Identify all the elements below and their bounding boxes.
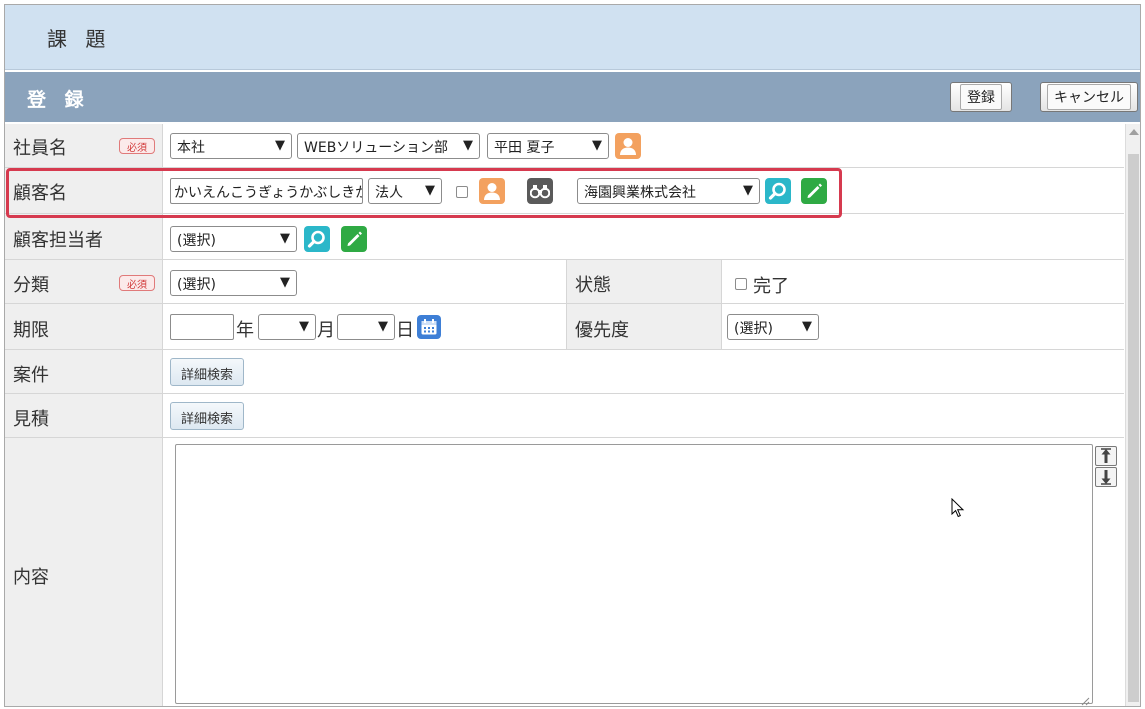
label-cell-contact: 顧客担当者 — [5, 214, 163, 259]
chevron-down-icon: ▼ — [299, 319, 309, 334]
content-textarea[interactable] — [175, 444, 1093, 706]
row-customer: 顧客名 かいえんこうぎょうかぶしきが 法人 ▼ 海園興業株式会社 ▼ — [5, 168, 1124, 214]
project-label: 案件 — [13, 365, 49, 386]
label-cell-customer: 顧客名 — [5, 168, 163, 213]
chevron-down-icon: ▼ — [280, 231, 290, 246]
arrow-down-icon[interactable] — [1095, 467, 1117, 487]
office-select-value: 本社 — [177, 140, 205, 156]
customer-kana-value: かいえんこうぎょうかぶしきが — [174, 185, 363, 201]
deadline-label: 期限 — [13, 320, 49, 341]
category-select-value: (選択) — [177, 277, 216, 293]
cancel-button[interactable]: キャンセル — [1040, 82, 1138, 112]
department-select-value: WEBソリューション部 — [304, 140, 449, 156]
calendar-icon[interactable] — [417, 315, 441, 339]
vertical-scrollbar[interactable] — [1125, 124, 1140, 706]
customer-label: 顧客名 — [13, 183, 67, 204]
month-unit: 月 — [317, 320, 335, 341]
scroll-thumb[interactable] — [1128, 154, 1139, 702]
customer-checkbox[interactable] — [456, 186, 468, 198]
department-select[interactable]: WEBソリューション部 ▼ — [297, 133, 480, 159]
contact-select-value: (選択) — [177, 233, 216, 249]
label-cell-employee: 社員名 必須 — [5, 124, 163, 167]
person-icon[interactable] — [479, 178, 505, 204]
estimate-detail-search-button[interactable]: 詳細検索 — [170, 402, 245, 430]
register-button[interactable]: 登録 — [950, 82, 1012, 112]
priority-label: 優先度 — [575, 320, 629, 341]
arrow-up-icon[interactable] — [1095, 446, 1117, 466]
row-deadline: 期限 年 ▼ 月 ▼ 日 優先度 (選択) ▼ — [5, 304, 1124, 350]
chevron-down-icon: ▼ — [425, 183, 435, 198]
office-select[interactable]: 本社 ▼ — [170, 133, 292, 159]
category-label: 分類 — [13, 275, 49, 296]
year-unit: 年 — [236, 320, 254, 341]
day-unit: 日 — [396, 320, 414, 341]
search-icon[interactable] — [304, 226, 330, 252]
chevron-down-icon: ▼ — [378, 319, 388, 334]
label-cell-priority: 優先度 — [566, 304, 722, 349]
chevron-down-icon: ▼ — [275, 138, 285, 153]
cancel-button-label: キャンセル — [1047, 84, 1131, 110]
customer-company-value: 海園興業株式会社 — [584, 185, 696, 201]
required-badge: 必須 — [119, 138, 155, 154]
customer-company-select[interactable]: 海園興業株式会社 ▼ — [577, 178, 760, 204]
chevron-down-icon: ▼ — [743, 183, 753, 198]
row-category: 分類 必須 (選択) ▼ 状態 完了 — [5, 260, 1124, 304]
day-select[interactable]: ▼ — [337, 314, 395, 340]
binoculars-icon[interactable] — [527, 178, 553, 204]
priority-select[interactable]: (選択) ▼ — [727, 314, 819, 340]
page-title: 課 題 — [47, 27, 112, 51]
row-project: 案件 詳細検索 — [5, 350, 1124, 394]
register-button-label: 登録 — [960, 84, 1002, 110]
resize-grip-icon[interactable] — [1080, 691, 1090, 706]
priority-select-value: (選択) — [734, 321, 773, 337]
chevron-down-icon: ▼ — [463, 138, 473, 153]
employee-person-select[interactable]: 平田 夏子 ▼ — [487, 133, 609, 159]
section-title: 登 録 — [27, 89, 90, 111]
required-badge: 必須 — [119, 275, 155, 291]
complete-checkbox[interactable] — [735, 278, 747, 290]
status-label: 状態 — [575, 275, 611, 296]
row-employee: 社員名 必須 本社 ▼ WEBソリューション部 ▼ 平田 夏子 ▼ — [5, 124, 1124, 168]
label-cell-estimate: 見積 — [5, 394, 163, 437]
row-contact: 顧客担当者 (選択) ▼ — [5, 214, 1124, 260]
mouse-cursor-icon — [951, 497, 965, 518]
pencil-icon[interactable] — [341, 226, 367, 252]
contact-label: 顧客担当者 — [13, 230, 103, 251]
complete-checkbox-label: 完了 — [753, 276, 789, 297]
label-cell-category: 分類 必須 — [5, 260, 163, 303]
customer-kana-input[interactable]: かいえんこうぎょうかぶしきが — [170, 178, 363, 204]
scroll-up-arrow-icon[interactable] — [1129, 129, 1139, 135]
month-select[interactable]: ▼ — [258, 314, 316, 340]
employee-person-value: 平田 夏子 — [494, 140, 555, 156]
contact-select[interactable]: (選択) ▼ — [170, 226, 297, 252]
window-frame: 課 題 登 録 登録 キャンセル 社員名 必須 本社 ▼ WEBソリューション部… — [4, 4, 1141, 707]
customer-type-value: 法人 — [375, 185, 403, 201]
person-icon[interactable] — [615, 133, 641, 159]
textarea-resize-buttons — [1095, 446, 1119, 490]
label-cell-deadline: 期限 — [5, 304, 163, 349]
chevron-down-icon: ▼ — [802, 319, 812, 334]
employee-label: 社員名 — [13, 138, 67, 159]
label-cell-content: 内容 — [5, 438, 163, 706]
content-label: 内容 — [13, 567, 49, 588]
label-cell-status: 状態 — [566, 260, 722, 303]
page-title-bar: 課 題 — [5, 5, 1140, 70]
pencil-icon[interactable] — [801, 178, 827, 204]
project-detail-search-button[interactable]: 詳細検索 — [170, 358, 245, 386]
label-cell-project: 案件 — [5, 350, 163, 393]
chevron-down-icon: ▼ — [592, 138, 602, 153]
estimate-label: 見積 — [13, 409, 49, 430]
year-input[interactable] — [170, 314, 234, 340]
chevron-down-icon: ▼ — [280, 275, 290, 290]
category-select[interactable]: (選択) ▼ — [170, 270, 297, 296]
row-estimate: 見積 詳細検索 — [5, 394, 1124, 438]
search-icon[interactable] — [765, 178, 791, 204]
customer-type-select[interactable]: 法人 ▼ — [368, 178, 442, 204]
